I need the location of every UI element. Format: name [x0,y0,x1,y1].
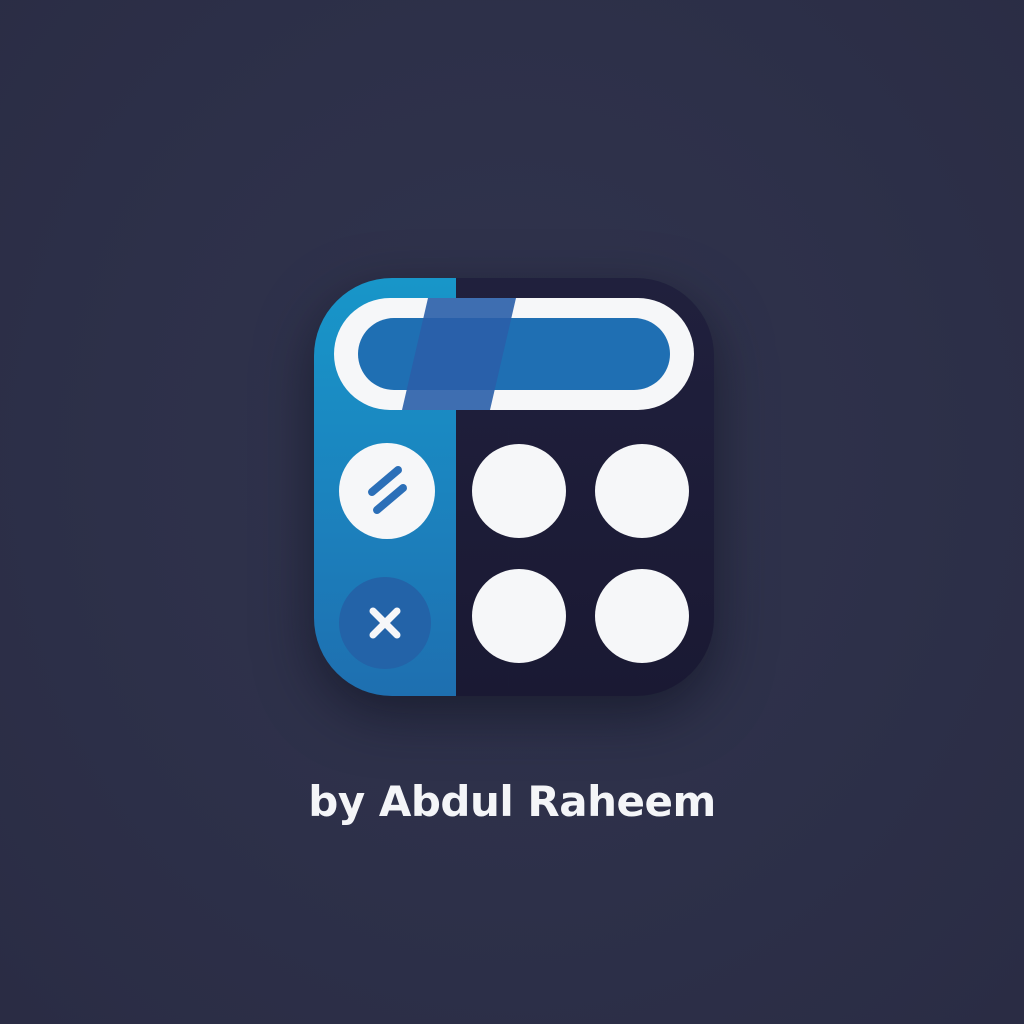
display-screen [334,298,694,410]
divide-key[interactable] [339,443,435,539]
number-key-2[interactable] [595,444,689,538]
calculator-icon-graphic [314,278,714,696]
number-key-4[interactable] [595,569,689,663]
number-key-3[interactable] [472,569,566,663]
multiply-key[interactable] [339,577,431,669]
calculator-app-icon [306,270,722,704]
number-key-1[interactable] [472,444,566,538]
author-credit: by Abdul Raheem [308,777,716,826]
splash-screen: by Abdul Raheem [0,0,1024,1024]
